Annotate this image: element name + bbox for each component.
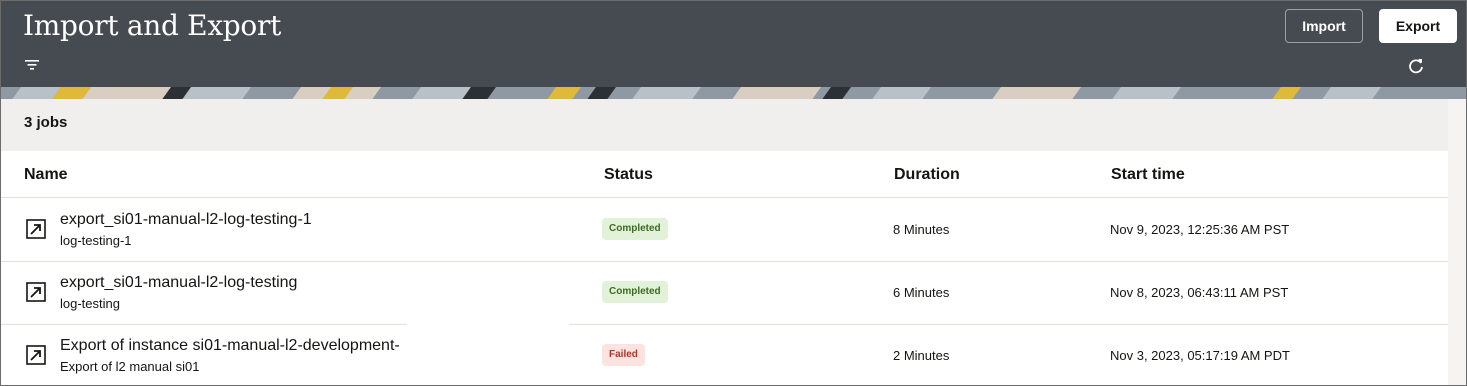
open-job-button[interactable] <box>25 281 47 303</box>
app-window: Import and Export Import Export 3 jobs N… <box>0 0 1467 386</box>
job-description: log-testing <box>60 296 120 311</box>
jobs-panel: 3 jobs Name Status Duration Start time e… <box>1 99 1448 385</box>
refresh-icon <box>1409 59 1423 74</box>
filter-icon <box>25 60 39 70</box>
open-job-button[interactable] <box>25 344 47 366</box>
refresh-button[interactable] <box>1405 55 1427 77</box>
open-external-icon <box>26 219 46 239</box>
name-overflow-mask <box>407 324 569 385</box>
status-badge: Completed <box>602 281 668 303</box>
job-start-time: Nov 3, 2023, 05:17:19 AM PDT <box>1110 348 1290 363</box>
job-name: export_si01-manual-l2-log-testing <box>60 274 298 291</box>
job-name: export_si01-manual-l2-log-testing-1 <box>60 211 312 228</box>
panel-scroll-edge <box>1448 99 1466 385</box>
status-badge: Failed <box>602 344 645 366</box>
job-duration: 2 Minutes <box>893 348 950 363</box>
page-title: Import and Export <box>23 9 282 42</box>
table-row[interactable]: export_si01-manual-l2-log-testing-1 log-… <box>1 198 1448 262</box>
open-job-button[interactable] <box>25 218 47 240</box>
job-duration: 8 Minutes <box>893 222 950 237</box>
column-header-start-time[interactable]: Start time <box>1111 166 1185 184</box>
status-badge: Completed <box>602 218 668 240</box>
open-external-icon <box>26 345 46 365</box>
page-header: Import and Export Import Export <box>1 1 1466 87</box>
job-start-time: Nov 9, 2023, 12:25:36 AM PST <box>1110 222 1290 237</box>
column-header-status[interactable]: Status <box>604 166 653 184</box>
jobs-toolbar: 3 jobs <box>1 99 1448 151</box>
column-header-name[interactable]: Name <box>24 166 68 184</box>
job-description: log-testing-1 <box>60 233 132 248</box>
job-name: Export of instance si01-manual-l2-develo… <box>60 337 400 354</box>
table-row[interactable]: export_si01-manual-l2-log-testing log-te… <box>1 261 1448 325</box>
column-header-duration[interactable]: Duration <box>894 166 960 184</box>
job-duration: 6 Minutes <box>893 285 950 300</box>
job-description: Export of l2 manual si01 <box>60 359 200 374</box>
export-button[interactable]: Export <box>1379 9 1457 43</box>
filter-button[interactable] <box>21 55 43 75</box>
open-external-icon <box>26 282 46 302</box>
job-start-time: Nov 8, 2023, 06:43:11 AM PST <box>1110 285 1289 300</box>
import-button[interactable]: Import <box>1285 9 1363 43</box>
table-row[interactable]: Export of instance si01-manual-l2-develo… <box>1 324 1448 385</box>
jobs-count: 3 jobs <box>24 114 68 131</box>
